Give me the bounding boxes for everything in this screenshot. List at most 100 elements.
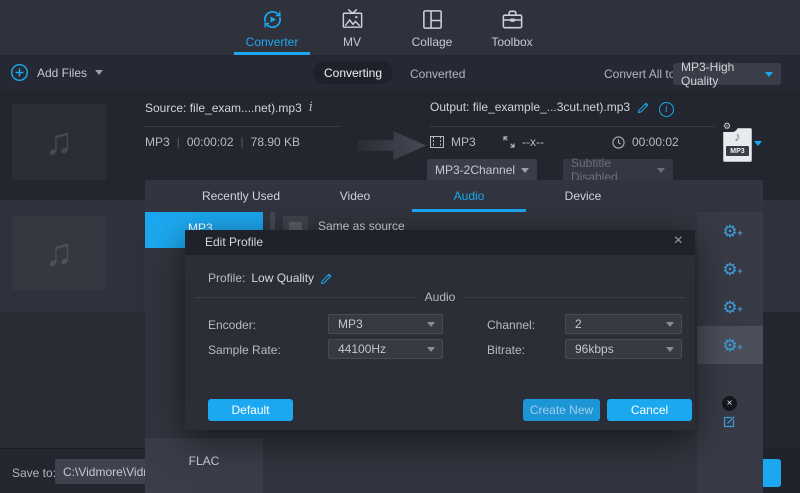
chevron-down-icon (95, 70, 103, 75)
tab-converting[interactable]: Converting (313, 61, 393, 84)
tab-converted[interactable]: Converted (410, 67, 465, 81)
sample-rate-dropdown[interactable]: 44100Hz (328, 339, 443, 359)
converted-label: Converted (410, 67, 465, 81)
default-button[interactable]: Default (208, 399, 293, 421)
convert-all-value: MP3-High Quality (681, 60, 765, 88)
output-duration: 00:00:02 (612, 135, 679, 149)
panel-tab-label: Video (340, 189, 370, 203)
sidebar-edit-button[interactable] (722, 415, 736, 432)
source-size: 78.90 KB (251, 135, 300, 149)
chevron-down-icon (427, 322, 435, 327)
dialog-header: Edit Profile × (185, 230, 695, 255)
section-title: Audio (425, 290, 456, 304)
collage-icon (420, 7, 445, 32)
cancel-button-label: Cancel (631, 403, 668, 417)
panel-tab-label: Device (565, 189, 602, 203)
gear-plus-icon: ⚙ (722, 260, 737, 279)
output-filename: Output: file_example_...3cut.net).mp3 (430, 100, 630, 114)
sample-rate-label: Sample Rate: (208, 343, 281, 357)
plus-glyph: + (737, 339, 742, 356)
sidebar-close-button[interactable]: × (722, 396, 737, 411)
encoder-label: Encoder: (208, 318, 256, 332)
expand-icon (503, 136, 515, 148)
edit-pencil-icon[interactable] (637, 101, 650, 114)
panel-tab-label: Audio (454, 189, 485, 203)
divider (145, 126, 340, 127)
convert-all-button-partial[interactable] (763, 459, 781, 487)
nav-tab-label: Collage (412, 35, 453, 49)
add-files-label: Add Files (37, 66, 87, 80)
encoder-dropdown[interactable]: MP3 (328, 314, 443, 334)
create-new-button[interactable]: Create New (523, 399, 600, 421)
app-window: Converter MV Collage (0, 0, 800, 493)
profile-dropdown-value: MP3-2Channel (435, 163, 521, 177)
tab-collage[interactable]: Collage (392, 0, 472, 55)
profile-label: Profile: (208, 271, 245, 285)
tab-audio[interactable]: Audio (412, 180, 526, 212)
plus-glyph: + (737, 225, 742, 242)
music-note-icon: ♫ (45, 232, 74, 275)
tab-recently-used[interactable]: Recently Used (184, 180, 298, 212)
nav-tabs: Converter MV Collage (232, 0, 552, 55)
resolution-value: --x-- (522, 135, 544, 149)
gear-plus-icon: ⚙ (722, 336, 737, 355)
chevron-down-icon (666, 347, 674, 352)
nav-tab-label: Toolbox (491, 35, 532, 49)
encoder-value: MP3 (338, 317, 427, 331)
channel-dropdown[interactable]: 2 (565, 314, 682, 334)
nav-tab-label: MV (343, 35, 361, 49)
tv-icon (340, 7, 365, 32)
bitrate-dropdown[interactable]: 96kbps (565, 339, 682, 359)
info-icon[interactable]: i (309, 100, 313, 115)
settings-gear-badge[interactable]: ⚙ (716, 120, 738, 132)
channel-value: 2 (575, 317, 666, 331)
bitrate-value: 96kbps (575, 342, 666, 356)
audio-thumbnail-2: ♫ (12, 216, 106, 290)
gear-plus-icon: ⚙ (722, 222, 737, 241)
edit-pencil-icon[interactable] (320, 272, 333, 285)
audio-thumbnail-1: ♫ (12, 104, 106, 180)
output-profile-dropdown[interactable]: MP3-2Channel (427, 159, 537, 181)
file-list-background (763, 312, 800, 448)
output-format: MP3 (451, 135, 476, 149)
audio-section-divider: Audio (195, 290, 685, 304)
edit-square-icon (722, 415, 736, 429)
convert-all-to-label: Convert All to: (604, 67, 679, 81)
tab-video[interactable]: Video (298, 180, 412, 212)
duration-value: 00:00:02 (632, 135, 679, 149)
sample-rate-value: 44100Hz (338, 342, 427, 356)
save-to-label: Save to: (12, 466, 56, 480)
tab-device[interactable]: Device (526, 180, 640, 212)
profile-settings-button-3[interactable]: ⚙+ (697, 288, 763, 326)
cancel-button[interactable]: Cancel (607, 399, 692, 421)
profile-settings-button-4-active[interactable]: ⚙+ (697, 326, 763, 364)
tab-toolbox[interactable]: Toolbox (472, 0, 552, 55)
dialog-close-button[interactable]: × (674, 232, 683, 250)
add-files-button[interactable]: Add Files (10, 63, 103, 82)
dialog-title: Edit Profile (205, 235, 263, 249)
chevron-down-icon (666, 322, 674, 327)
output-title: Output: file_example_...3cut.net).mp3 (430, 100, 650, 114)
profile-settings-button-2[interactable]: ⚙+ (697, 250, 763, 288)
gear-plus-icon: ⚙ (722, 298, 737, 317)
file-format-badge: MP3 (726, 146, 749, 156)
gear-icon: ⚙ (723, 122, 731, 131)
default-button-label: Default (231, 403, 269, 417)
divider (195, 297, 415, 298)
output-file-icon[interactable]: ♪ MP3 (723, 128, 752, 162)
chevron-down-icon (657, 168, 665, 173)
film-icon (430, 136, 444, 148)
tab-converter[interactable]: Converter (232, 0, 312, 55)
format-item-flac[interactable]: FLAC (145, 438, 263, 493)
profile-settings-button-1[interactable]: ⚙+ (697, 212, 763, 250)
active-tab-underline (412, 209, 526, 212)
chevron-down-icon[interactable] (754, 141, 762, 146)
tab-mv[interactable]: MV (312, 0, 392, 55)
profile-name-row: Profile: Low Quality (208, 271, 333, 285)
panel-tab-label: Recently Used (202, 189, 280, 203)
subtitle-dropdown[interactable]: Subtitle Disabled (563, 159, 673, 181)
output-info-icon[interactable]: i (659, 102, 674, 117)
convert-all-dropdown[interactable]: MP3-High Quality (673, 63, 781, 85)
chevron-down-icon (427, 347, 435, 352)
profile-value: Low Quality (251, 271, 314, 285)
